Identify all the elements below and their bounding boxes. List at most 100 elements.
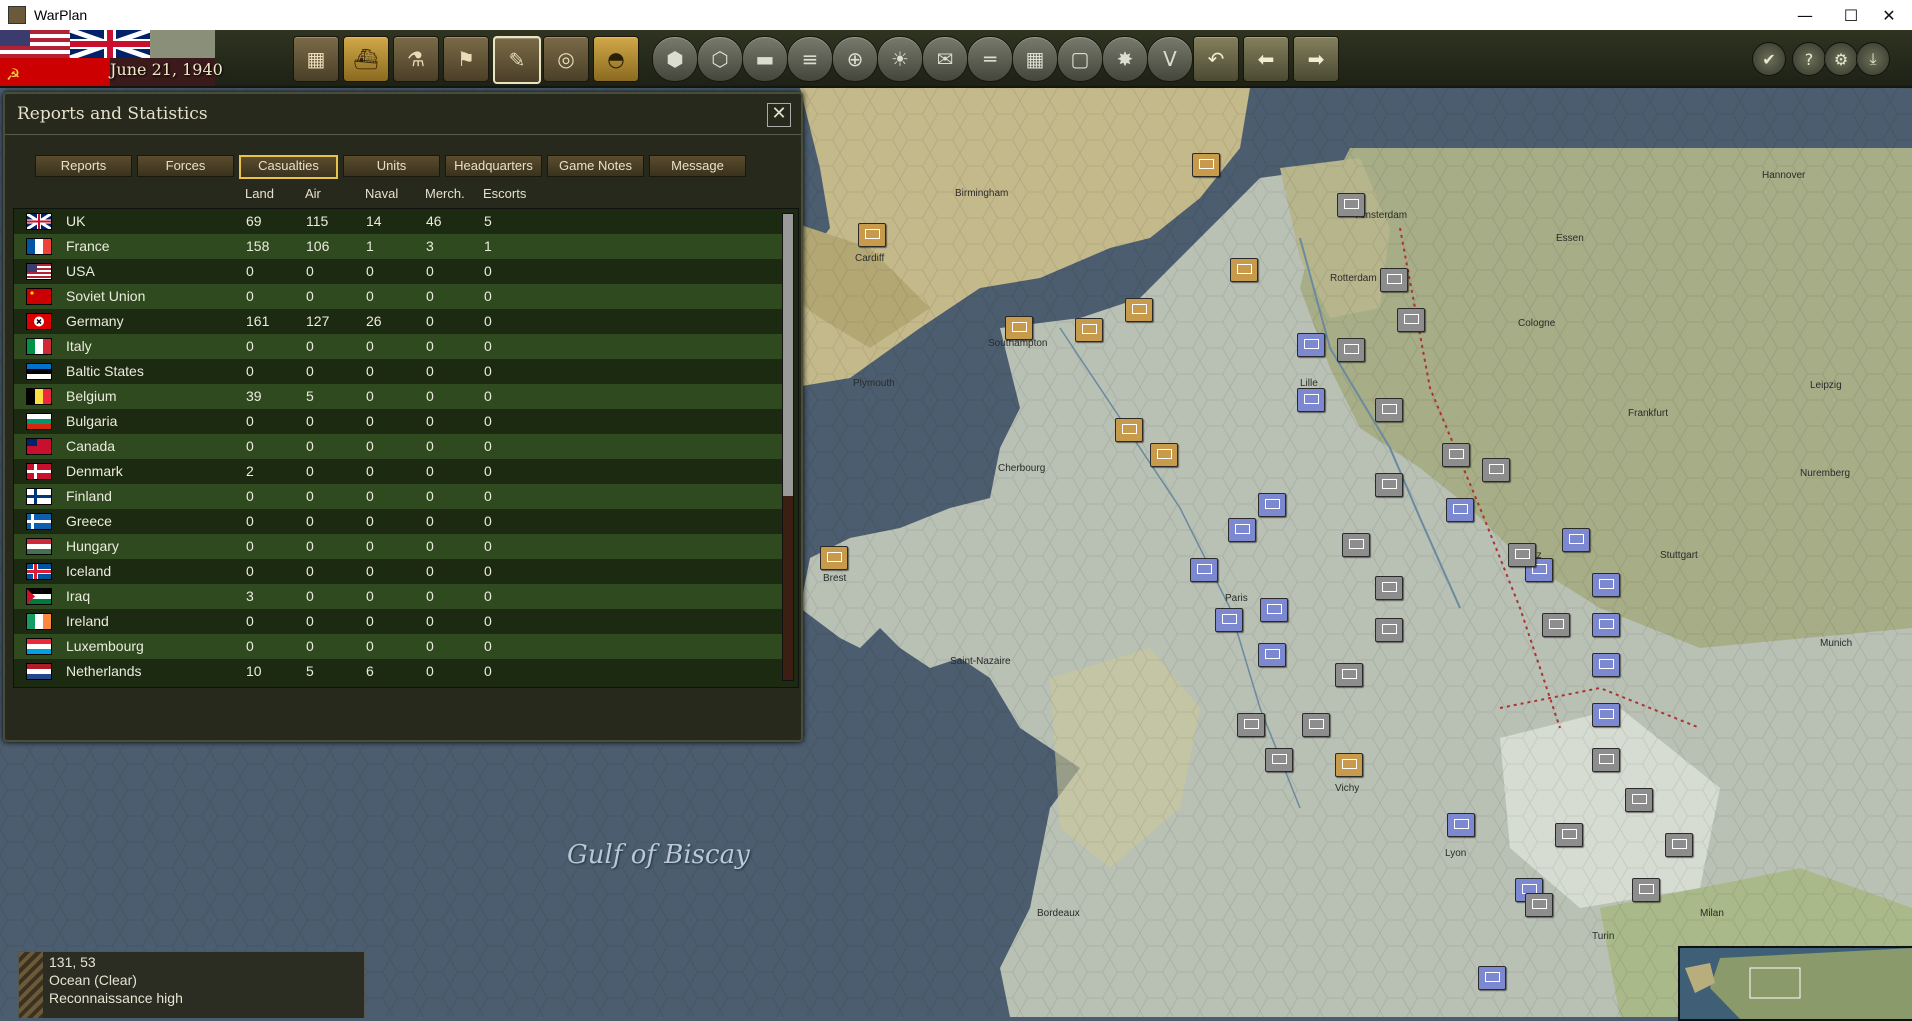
unit-counter[interactable]: [1508, 543, 1536, 567]
city-stuttgart[interactable]: Stuttgart: [1660, 550, 1698, 561]
filter-target[interactable]: ⊕: [832, 36, 878, 82]
filter-victory[interactable]: V: [1147, 36, 1193, 82]
city-leipzig[interactable]: Leipzig: [1810, 380, 1842, 391]
unit-counter[interactable]: [1542, 613, 1570, 637]
unit-counter[interactable]: [1237, 713, 1265, 737]
unit-counter[interactable]: [1260, 598, 1288, 622]
unit-counter[interactable]: [1335, 663, 1363, 687]
forward-button[interactable]: ➡: [1293, 36, 1339, 82]
city-cardiff[interactable]: Cardiff: [855, 253, 884, 264]
undo-button[interactable]: ↶: [1193, 36, 1239, 82]
tab-units[interactable]: Units: [343, 155, 440, 177]
unit-counter[interactable]: [1397, 308, 1425, 332]
table-row[interactable]: Italy 0 0 0 0 0: [14, 334, 784, 359]
unit-counter[interactable]: [1478, 966, 1506, 990]
table-row[interactable]: Ireland 0 0 0 0 0: [14, 609, 784, 634]
unit-counter[interactable]: [1632, 878, 1660, 902]
unit-counter[interactable]: [1258, 643, 1286, 667]
city-bordeaux[interactable]: Bordeaux: [1037, 908, 1080, 919]
unit-counter[interactable]: [1446, 498, 1474, 522]
filter-terrain[interactable]: ⬢: [652, 36, 698, 82]
filter-weather[interactable]: ☀: [877, 36, 923, 82]
unit-counter[interactable]: [1302, 713, 1330, 737]
city-plymouth[interactable]: Plymouth: [853, 378, 895, 389]
unit-counter[interactable]: [1115, 418, 1143, 442]
unit-counter[interactable]: [1592, 748, 1620, 772]
unit-counter[interactable]: [858, 223, 886, 247]
unit-counter[interactable]: [1380, 268, 1408, 292]
unit-counter[interactable]: [1592, 653, 1620, 677]
unit-counter[interactable]: [1192, 153, 1220, 177]
table-row[interactable]: Greece 0 0 0 0 0: [14, 509, 784, 534]
unit-counter[interactable]: [1375, 398, 1403, 422]
unit-counter[interactable]: [1375, 473, 1403, 497]
city-essen[interactable]: Essen: [1556, 233, 1584, 244]
unit-counter[interactable]: [1592, 613, 1620, 637]
unit-counter[interactable]: [1592, 573, 1620, 597]
unit-counter[interactable]: [1337, 338, 1365, 362]
table-row[interactable]: UK 69 115 14 46 5: [14, 209, 784, 234]
table-row[interactable]: Iraq 3 0 0 0 0: [14, 584, 784, 609]
unit-counter[interactable]: [1482, 458, 1510, 482]
supply-button[interactable]: ⛴: [343, 36, 389, 82]
table-row[interactable]: Belgium 39 5 0 0 0: [14, 384, 784, 409]
table-row[interactable]: Bulgaria 0 0 0 0 0: [14, 409, 784, 434]
city-milan[interactable]: Milan: [1700, 908, 1724, 919]
tab-forces[interactable]: Forces: [137, 155, 234, 177]
unit-counter[interactable]: [1265, 748, 1293, 772]
filter-armor[interactable]: ▬: [742, 36, 788, 82]
table-row[interactable]: Germany 161 127 26 0 0: [14, 309, 784, 334]
casualties-table[interactable]: UK 69 115 14 46 5 France 158 106 1 3 1 USA 0 0 0 0 0 Sovie…: [13, 208, 799, 688]
diplomacy-button[interactable]: ⚑: [443, 36, 489, 82]
city-cherbourg[interactable]: Cherbourg: [998, 463, 1045, 474]
city-nuremberg[interactable]: Nuremberg: [1800, 468, 1850, 479]
unit-counter[interactable]: [1375, 576, 1403, 600]
tab-message[interactable]: Message: [649, 155, 746, 177]
unit-counter[interactable]: [1075, 318, 1103, 342]
table-row[interactable]: Canada 0 0 0 0 0: [14, 434, 784, 459]
units-button[interactable]: ◓: [593, 36, 639, 82]
unit-counter[interactable]: [1562, 528, 1590, 552]
unit-counter[interactable]: [1228, 518, 1256, 542]
table-row[interactable]: Iceland 0 0 0 0 0: [14, 559, 784, 584]
city-rotterdam[interactable]: Rotterdam: [1330, 273, 1377, 284]
city-turin[interactable]: Turin: [1592, 931, 1614, 942]
city-hannover[interactable]: Hannover: [1762, 170, 1805, 181]
unit-counter[interactable]: [1215, 608, 1243, 632]
unit-counter[interactable]: [1297, 388, 1325, 412]
help-button[interactable]: ?: [1792, 42, 1826, 76]
minimap[interactable]: [1678, 946, 1912, 1021]
tab-casualties[interactable]: Casualties: [239, 155, 338, 179]
table-row[interactable]: Baltic States 0 0 0 0 0: [14, 359, 784, 384]
city-saint-nazaire[interactable]: Saint-Nazaire: [950, 656, 1011, 667]
back-button[interactable]: ⬅: [1243, 36, 1289, 82]
unit-counter[interactable]: [1592, 703, 1620, 727]
unit-counter[interactable]: [1625, 788, 1653, 812]
city-birmingham[interactable]: Birmingham: [955, 188, 1008, 199]
city-paris[interactable]: Paris: [1225, 593, 1248, 604]
unit-counter[interactable]: [1555, 823, 1583, 847]
table-row[interactable]: Denmark 2 0 0 0 0: [14, 459, 784, 484]
unit-counter[interactable]: [1005, 316, 1033, 340]
tab-game-notes[interactable]: Game Notes: [547, 155, 644, 177]
scrollbar-thumb[interactable]: [783, 214, 793, 496]
city-lyon[interactable]: Lyon: [1445, 848, 1466, 859]
unit-counter[interactable]: [1258, 493, 1286, 517]
table-row[interactable]: Luxembourg 0 0 0 0 0: [14, 634, 784, 659]
filter-grid[interactable]: ▦: [1012, 36, 1058, 82]
unit-counter[interactable]: [1190, 558, 1218, 582]
unit-counter[interactable]: [1230, 258, 1258, 282]
table-row[interactable]: Netherlands 10 5 6 0 0: [14, 659, 784, 684]
table-row[interactable]: Hungary 0 0 0 0 0: [14, 534, 784, 559]
unit-counter[interactable]: [1150, 443, 1178, 467]
filter-supply[interactable]: ≡: [787, 36, 833, 82]
end-turn-button[interactable]: ✔: [1752, 42, 1786, 76]
unit-counter[interactable]: [1442, 443, 1470, 467]
unit-counter[interactable]: [1297, 333, 1325, 357]
city-cologne[interactable]: Cologne: [1518, 318, 1555, 329]
recon-button[interactable]: ◎: [543, 36, 589, 82]
city-frankfurt[interactable]: Frankfurt: [1628, 408, 1668, 419]
table-row[interactable]: USA 0 0 0 0 0: [14, 259, 784, 284]
unit-counter[interactable]: [1375, 618, 1403, 642]
close-window-button[interactable]: ✕: [1866, 0, 1912, 30]
